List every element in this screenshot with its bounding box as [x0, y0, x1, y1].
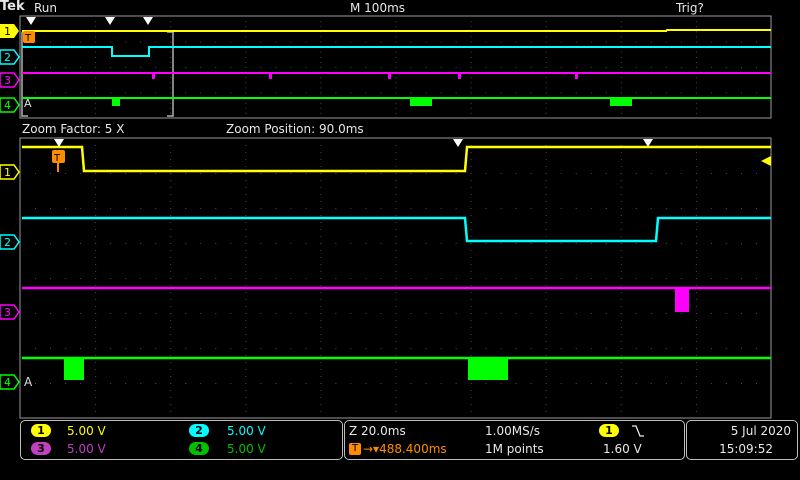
trigger-position-t-icon: T	[349, 443, 361, 455]
overview-t-label: T	[24, 33, 32, 44]
zoom-trigger-t-marker[interactable]: T	[52, 150, 65, 172]
zoom-ch4-burst-1	[64, 358, 84, 380]
overview-trigger-t-marker[interactable]: T	[23, 31, 35, 44]
trigger-source-badge[interactable]: 1	[599, 424, 619, 437]
zoom-t-label: T	[53, 153, 61, 164]
zoom-ch1-marker[interactable]: 1	[0, 164, 20, 180]
ch3-scale[interactable]: 5.00 V	[67, 442, 106, 456]
ch1-badge[interactable]: 1	[31, 424, 51, 437]
zoom-ch1-marker-label: 1	[4, 166, 11, 179]
overview-trigger-source-label: A	[24, 97, 32, 110]
scope-display: 1 2 3 4 T A T 1 2 3 4 A	[0, 15, 772, 419]
zoom-ch3-marker-label: 3	[4, 306, 11, 319]
zoom-ch2-marker[interactable]: 2	[0, 234, 20, 250]
overview-ch4-marker-label: 4	[4, 99, 11, 112]
sample-rate-readout: 1.00MS/s	[485, 424, 540, 438]
zoom-ch4-marker-label: 4	[4, 376, 11, 389]
trigger-level-arrow-icon[interactable]	[761, 156, 771, 166]
overview-ch3-marker[interactable]: 3	[0, 72, 20, 88]
zoom-ch2-marker-label: 2	[4, 236, 11, 249]
overview-ch1-marker-label: 1	[4, 25, 11, 38]
overview-ch3-marker-label: 3	[4, 74, 11, 87]
overview-ch1-marker[interactable]: 1	[0, 24, 19, 38]
overview-ch4-bursts	[112, 98, 632, 106]
zoom-timebase-readout[interactable]: Z 20.0ms	[349, 424, 406, 438]
ch3-badge[interactable]: 3	[31, 442, 51, 455]
clock-panel: 5 Jul 2020 15:09:52	[686, 420, 798, 460]
acquisition-panel[interactable]: Z 20.0ms 1.00MS/s T →▾488.400ms 1M point…	[344, 420, 685, 460]
zoom-end-marker-icon[interactable]	[143, 17, 153, 25]
overview-ch2-marker[interactable]: 2	[0, 49, 20, 65]
overview-trigger-marker-icon[interactable]	[26, 17, 36, 25]
channel-scale-panel[interactable]: 1 5.00 V 2 5.00 V 3 5.00 V 4 5.00 V	[20, 420, 343, 460]
zoom-graticule	[20, 138, 772, 412]
time-readout: 15:09:52	[719, 442, 773, 456]
trigger-position-readout[interactable]: →▾488.400ms	[363, 442, 447, 456]
zoom-ch4-burst-2	[468, 358, 508, 380]
zoom-ch3-pulse	[675, 288, 689, 312]
ch4-scale[interactable]: 5.00 V	[227, 442, 266, 456]
zoom-ch4-marker[interactable]: 4	[0, 374, 20, 390]
zoom-cursor-marker-a-icon[interactable]	[453, 139, 463, 147]
ch2-scale[interactable]: 5.00 V	[227, 424, 266, 438]
date-readout: 5 Jul 2020	[730, 424, 791, 438]
record-length-readout[interactable]: 1M points	[485, 442, 544, 456]
overview-ch4-marker[interactable]: 4	[0, 97, 20, 113]
ch2-badge[interactable]: 2	[189, 424, 209, 437]
falling-edge-icon	[632, 425, 644, 437]
ch4-badge[interactable]: 4	[189, 442, 209, 455]
zoom-start-marker-icon[interactable]	[105, 17, 115, 25]
overview-trace-ch1-tail	[22, 29, 771, 32]
overview-ch2-marker-label: 2	[4, 51, 11, 64]
overview-window: 1 2 3 4 T A	[0, 15, 772, 119]
zoom-window: T 1 2 3 4 A	[0, 137, 772, 419]
ch1-scale[interactable]: 5.00 V	[67, 424, 106, 438]
zoom-trigger-source-label: A	[24, 375, 33, 389]
overview-trace-ch2	[22, 46, 771, 57]
zoom-ch3-marker[interactable]: 3	[0, 304, 20, 320]
trigger-level-readout[interactable]: 1.60 V	[603, 442, 642, 456]
